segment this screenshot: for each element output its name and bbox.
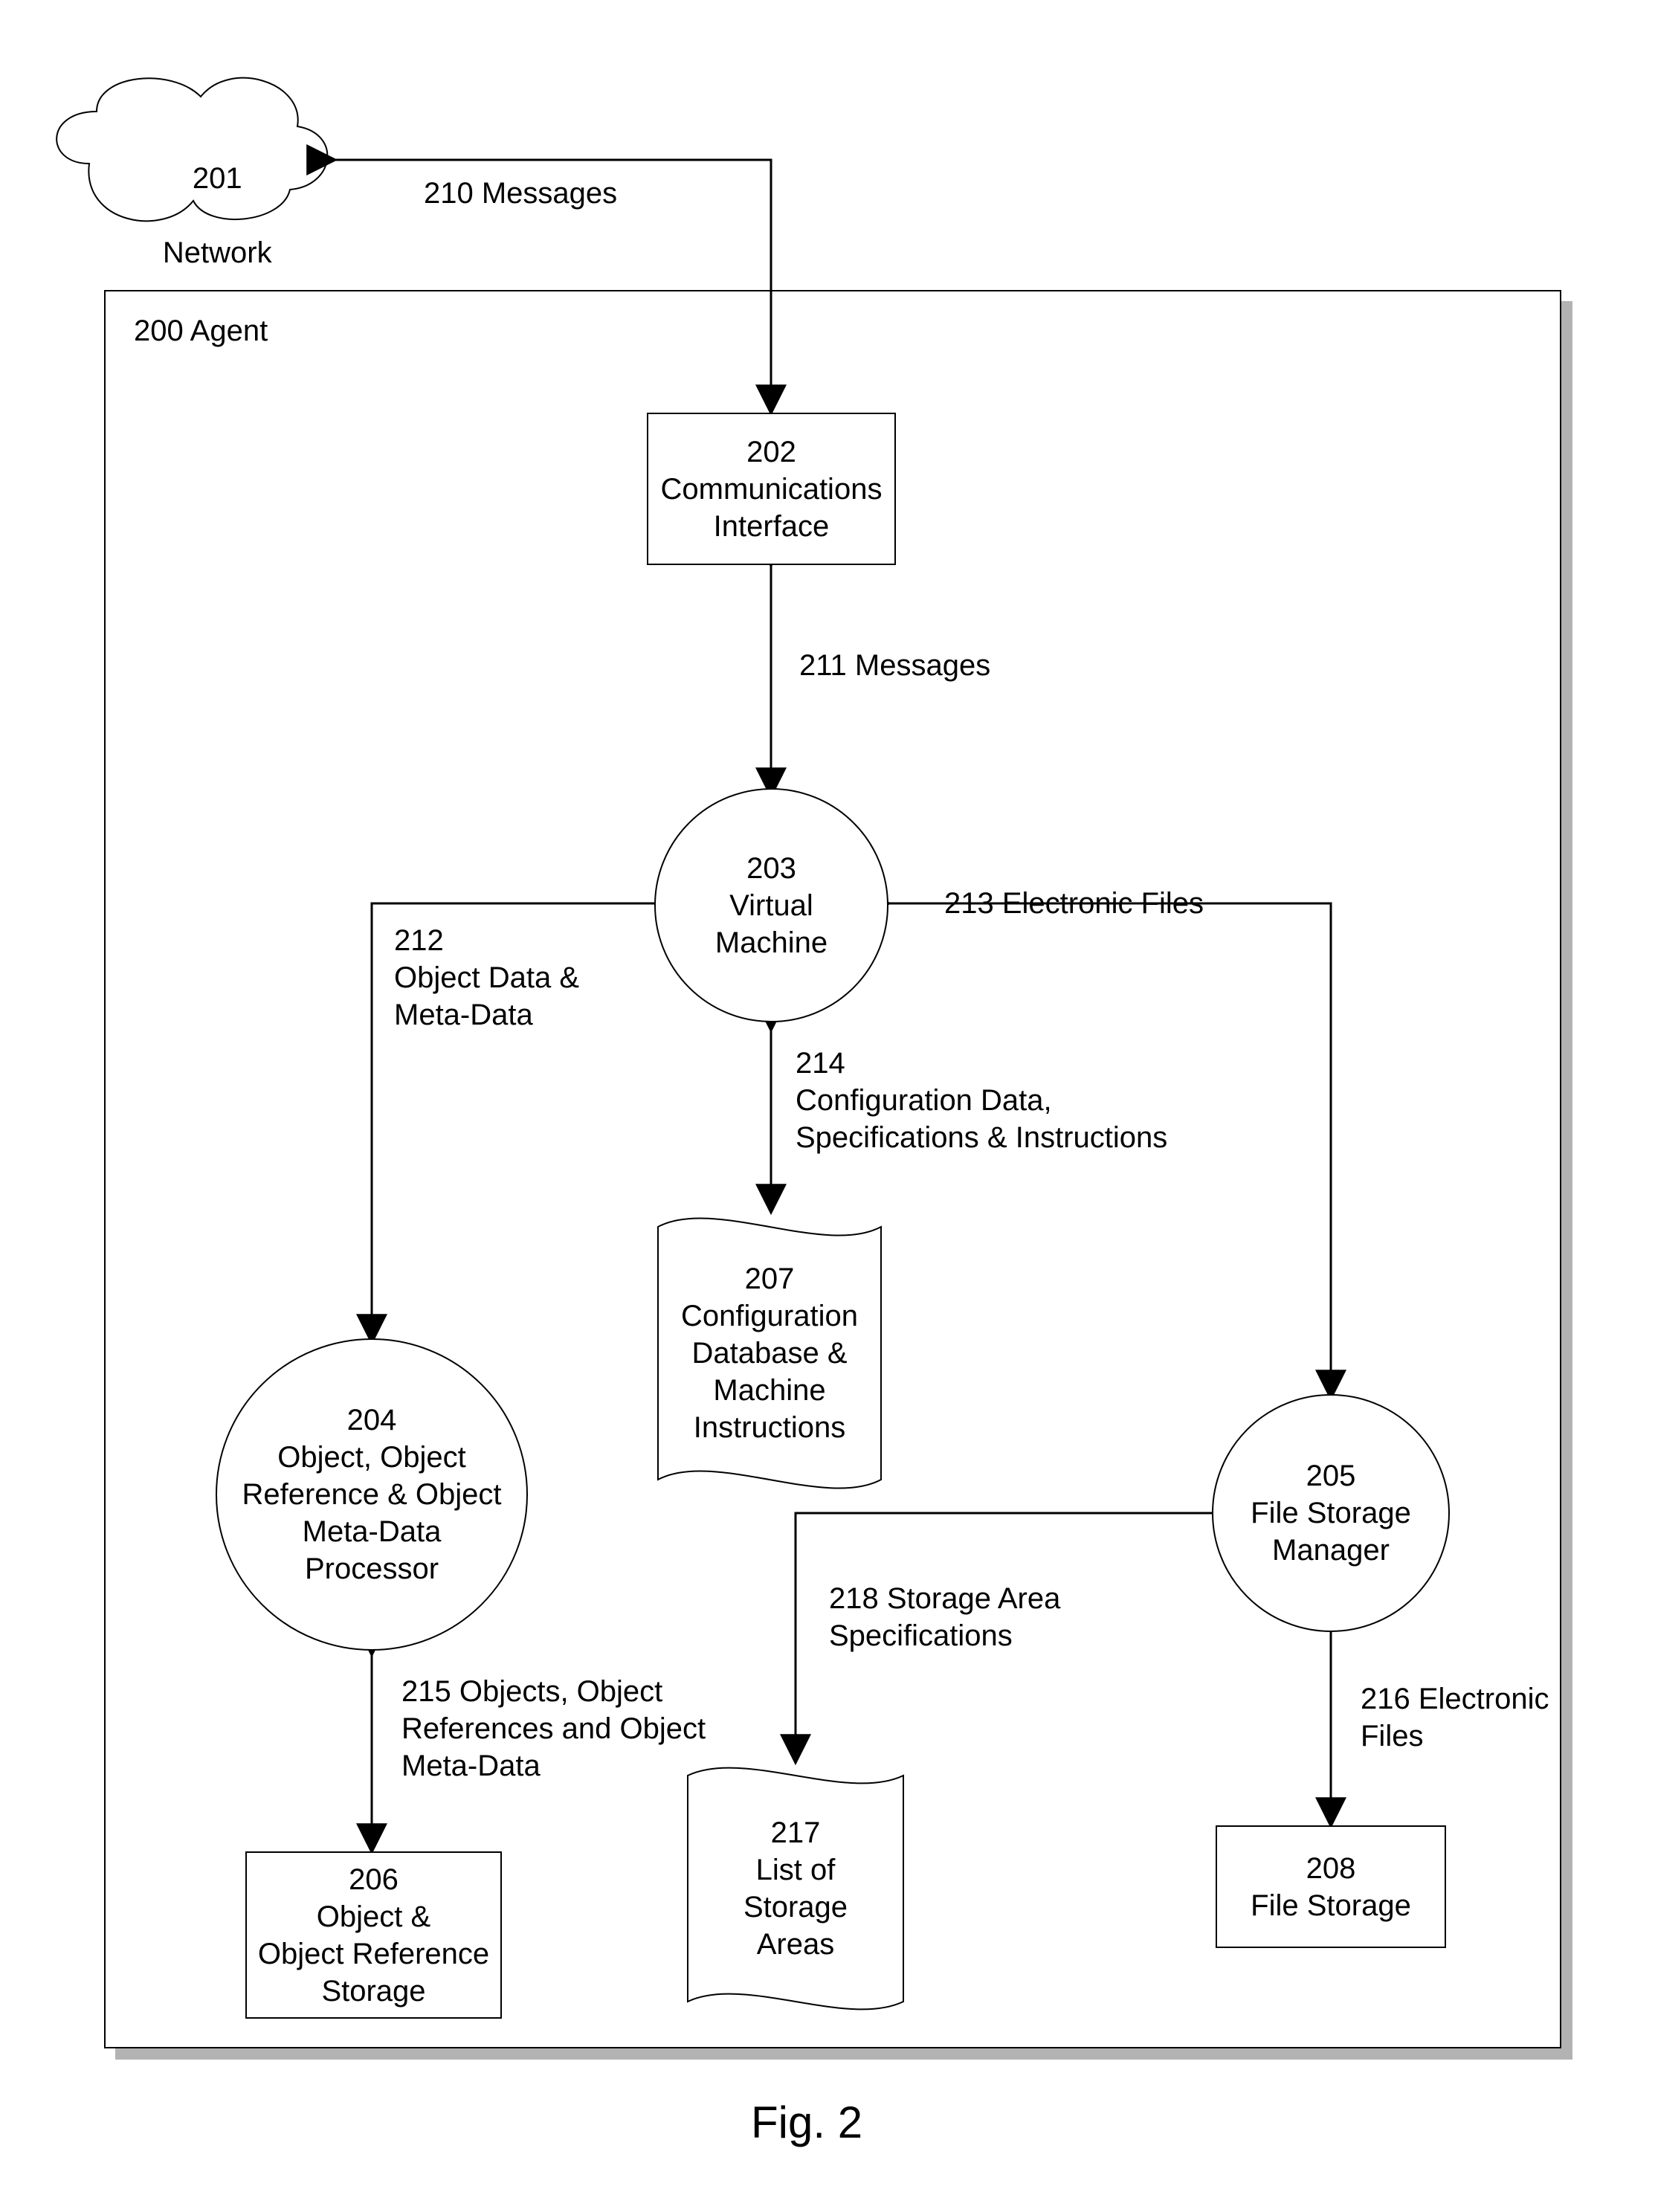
node-num: 217	[771, 1816, 821, 1849]
node-object-processor: 204 Object, ObjectReference & ObjectMeta…	[216, 1338, 528, 1651]
node-storage-areas-list: 217 List ofStorageAreas	[684, 1755, 907, 2022]
edge-215-label: 215 Objects, ObjectReferences and Object…	[401, 1673, 706, 1784]
node-config-db: 207 ConfigurationDatabase &MachineInstru…	[654, 1205, 885, 1502]
node-num: 204	[347, 1404, 397, 1436]
figure-caption: Fig. 2	[751, 2097, 862, 2148]
edge-214-label: 214Configuration Data,Specifications & I…	[796, 1045, 1167, 1156]
node-name: Object &Object ReferenceStorage	[258, 1900, 489, 2008]
node-num: 206	[349, 1863, 399, 1896]
node-name: VirtualMachine	[715, 889, 828, 959]
cloud-num: 201	[193, 162, 242, 195]
node-object-storage: 206 Object &Object ReferenceStorage	[245, 1851, 502, 2019]
node-name: List ofStorageAreas	[743, 1854, 848, 1961]
node-num: 202	[746, 436, 796, 468]
node-name: Object, ObjectReference & ObjectMeta-Dat…	[242, 1441, 501, 1585]
node-comm-interface: 202 CommunicationsInterface	[647, 413, 896, 565]
edge-218-label: 218 Storage AreaSpecifications	[829, 1580, 1060, 1654]
node-num: 203	[746, 852, 796, 885]
node-name: ConfigurationDatabase &MachineInstructio…	[681, 1300, 858, 1444]
edge-212-label: 212Object Data &Meta-Data	[394, 922, 579, 1034]
agent-label: 200 Agent	[134, 312, 268, 349]
node-file-storage: 208 File Storage	[1216, 1825, 1446, 1948]
node-name: File StorageManager	[1251, 1497, 1411, 1567]
node-virtual-machine: 203 VirtualMachine	[654, 788, 888, 1022]
node-name: File Storage	[1251, 1889, 1411, 1922]
diagram-page: 200 Agent 201 Network	[0, 0, 1655, 2212]
node-num: 208	[1306, 1852, 1356, 1885]
cloud-label: 201 Network	[126, 123, 275, 309]
edge-210-label: 210 Messages	[424, 175, 617, 212]
node-num: 205	[1306, 1460, 1356, 1492]
edge-216-label: 216 ElectronicFiles	[1361, 1680, 1549, 1755]
node-name: CommunicationsInterface	[661, 473, 883, 543]
edge-213-label: 213 Electronic Files	[944, 885, 1204, 922]
node-num: 207	[745, 1263, 795, 1295]
node-file-storage-manager: 205 File StorageManager	[1212, 1394, 1450, 1632]
cloud-name: Network	[163, 236, 272, 269]
edge-211-label: 211 Messages	[799, 647, 990, 684]
